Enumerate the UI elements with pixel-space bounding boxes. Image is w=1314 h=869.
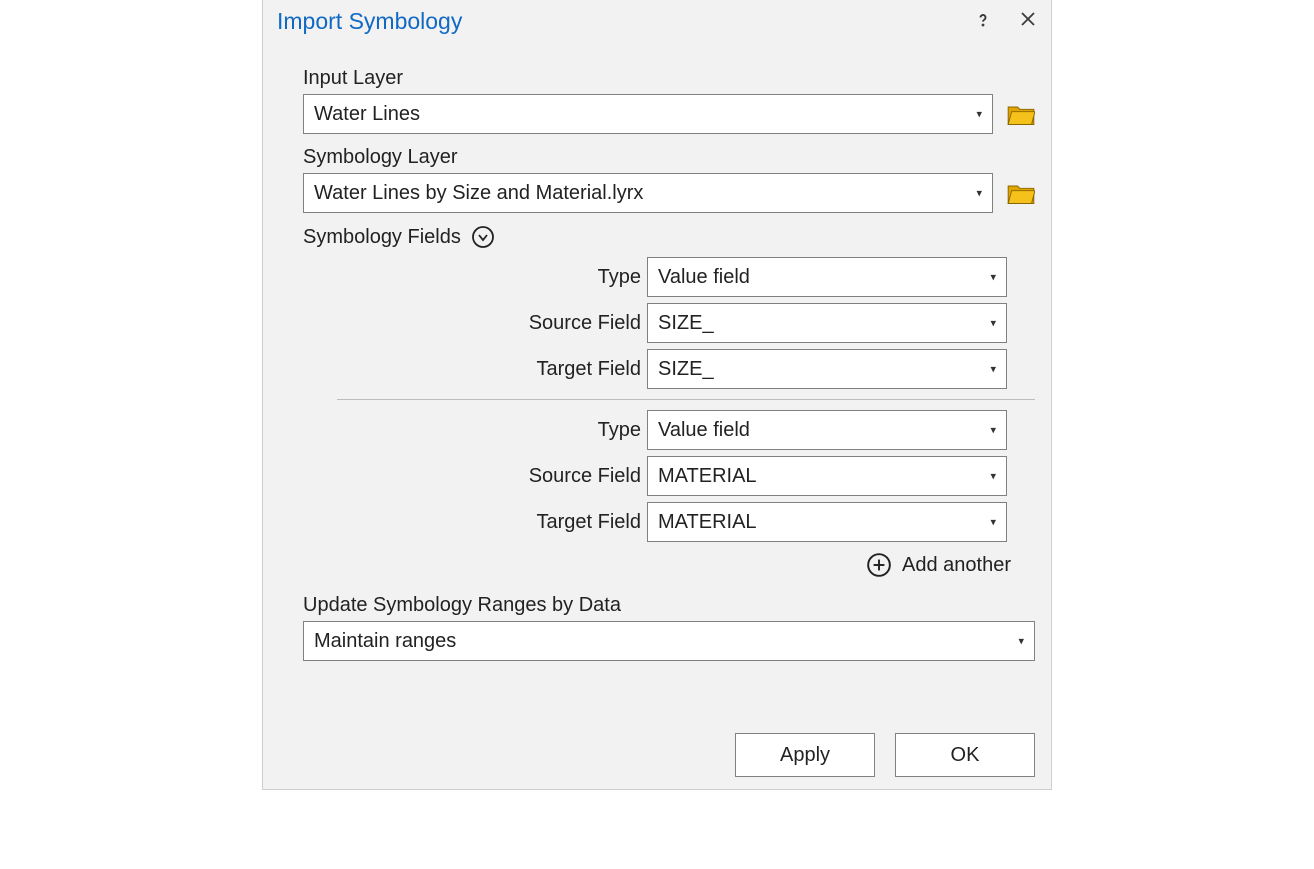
source-field-select-2[interactable]: MATERIAL ▾ xyxy=(647,456,1007,496)
chevron-down-icon: ▾ xyxy=(976,108,982,121)
type-value-2: Value field xyxy=(658,419,750,442)
add-another-label: Add another xyxy=(902,554,1011,577)
plus-icon xyxy=(866,552,892,578)
symbology-layer-select[interactable]: Water Lines by Size and Material.lyrx ▾ xyxy=(303,173,993,213)
symbology-layer-label: Symbology Layer xyxy=(303,146,1035,169)
dialog-footer: Apply OK xyxy=(263,683,1051,789)
update-ranges-label: Update Symbology Ranges by Data xyxy=(303,594,1035,617)
type-value-1: Value field xyxy=(658,266,750,289)
update-ranges-value: Maintain ranges xyxy=(314,630,456,653)
target-field-select-2[interactable]: MATERIAL ▾ xyxy=(647,502,1007,542)
symbology-layer-value: Water Lines by Size and Material.lyrx xyxy=(314,182,643,205)
import-symbology-dialog: Import Symbology Input Layer Water Lines… xyxy=(262,0,1052,790)
target-field-label-2: Target Field xyxy=(331,511,647,534)
update-ranges-select[interactable]: Maintain ranges ▾ xyxy=(303,621,1035,661)
target-field-label: Target Field xyxy=(331,358,647,381)
input-layer-select[interactable]: Water Lines ▾ xyxy=(303,94,993,134)
help-icon[interactable] xyxy=(973,10,993,34)
dialog-titlebar: Import Symbology xyxy=(263,0,1051,45)
source-field-label: Source Field xyxy=(331,312,647,335)
input-layer-label: Input Layer xyxy=(303,67,1035,90)
symbology-fields-header: Symbology Fields xyxy=(303,225,1035,249)
source-field-label-2: Source Field xyxy=(331,465,647,488)
target-field-value-1: SIZE_ xyxy=(658,358,714,381)
chevron-down-icon: ▾ xyxy=(990,424,996,437)
type-label-2: Type xyxy=(331,419,647,442)
collapse-icon[interactable] xyxy=(471,225,495,249)
apply-button[interactable]: Apply xyxy=(735,733,875,777)
chevron-down-icon: ▾ xyxy=(990,363,996,376)
browse-input-layer-icon[interactable] xyxy=(1007,102,1035,126)
browse-symbology-layer-icon[interactable] xyxy=(1007,181,1035,205)
target-field-value-2: MATERIAL xyxy=(658,511,757,534)
chevron-down-icon: ▾ xyxy=(990,516,996,529)
source-field-value-1: SIZE_ xyxy=(658,312,714,335)
chevron-down-icon: ▾ xyxy=(990,470,996,483)
add-another-button[interactable]: Add another xyxy=(331,552,1035,578)
ok-button[interactable]: OK xyxy=(895,733,1035,777)
type-label: Type xyxy=(331,266,647,289)
group-divider xyxy=(337,399,1035,400)
chevron-down-icon: ▾ xyxy=(976,187,982,200)
type-select-1[interactable]: Value field ▾ xyxy=(647,257,1007,297)
chevron-down-icon: ▾ xyxy=(990,271,996,284)
chevron-down-icon: ▾ xyxy=(1018,635,1024,648)
source-field-select-1[interactable]: SIZE_ ▾ xyxy=(647,303,1007,343)
source-field-value-2: MATERIAL xyxy=(658,465,757,488)
symbology-fields-group-1: Type Value field ▾ Source Field SIZE_ ▾ … xyxy=(331,257,1035,578)
symbology-fields-label: Symbology Fields xyxy=(303,226,461,249)
dialog-title: Import Symbology xyxy=(277,8,973,35)
target-field-select-1[interactable]: SIZE_ ▾ xyxy=(647,349,1007,389)
chevron-down-icon: ▾ xyxy=(990,317,996,330)
input-layer-value: Water Lines xyxy=(314,103,420,126)
close-icon[interactable] xyxy=(1019,10,1037,34)
type-select-2[interactable]: Value field ▾ xyxy=(647,410,1007,450)
